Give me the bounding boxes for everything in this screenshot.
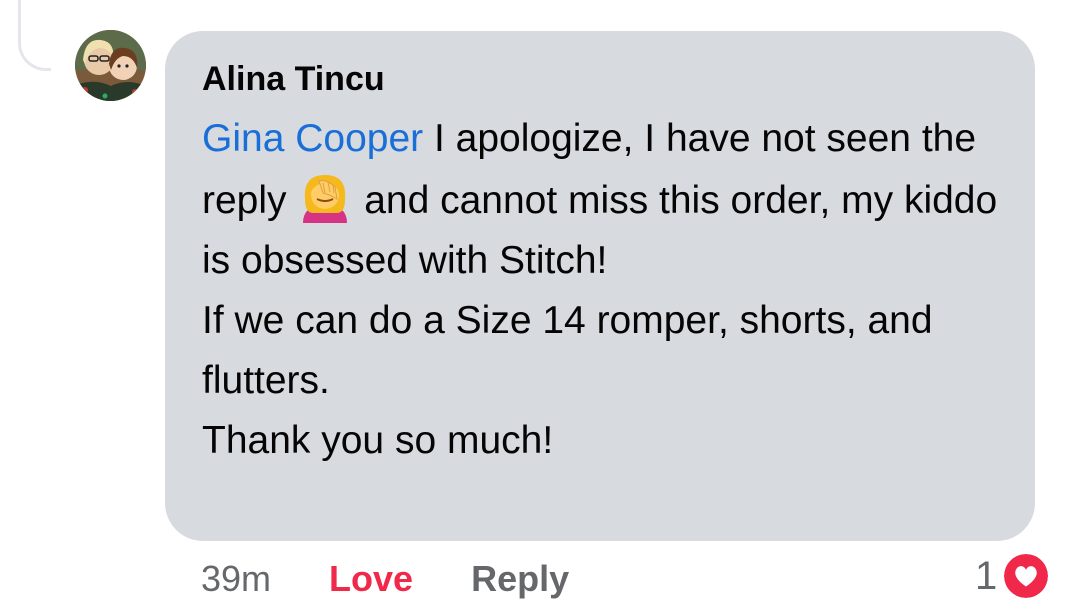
comment-author-name[interactable]: Alina Tincu — [202, 59, 1035, 99]
reaction-count: 1 — [975, 553, 998, 598]
mention-link[interactable]: Gina Cooper — [202, 117, 423, 160]
thread-connector-line — [18, 0, 51, 71]
reaction-summary[interactable]: 1 — [975, 550, 1052, 602]
love-reaction-button[interactable]: Love — [329, 558, 413, 599]
woman-facepalming-emoji-icon — [303, 175, 348, 223]
comment-body: Gina Cooper I apologize, I have not seen… — [202, 109, 1022, 471]
comment-timestamp[interactable]: 39m — [201, 558, 271, 599]
comment-actions: 39m Love Reply — [201, 555, 617, 603]
avatar[interactable] — [75, 30, 146, 101]
love-reaction-icon — [1001, 551, 1052, 601]
comment-line-2: If we can do a Size 14 romper, shorts, a… — [202, 299, 933, 402]
avatar-photo-icon — [75, 30, 146, 101]
comment-bubble: Alina Tincu Gina Cooper I apologize, I h… — [165, 31, 1035, 541]
reply-button[interactable]: Reply — [471, 558, 569, 599]
comment-line-3: Thank you so much! — [202, 419, 554, 462]
